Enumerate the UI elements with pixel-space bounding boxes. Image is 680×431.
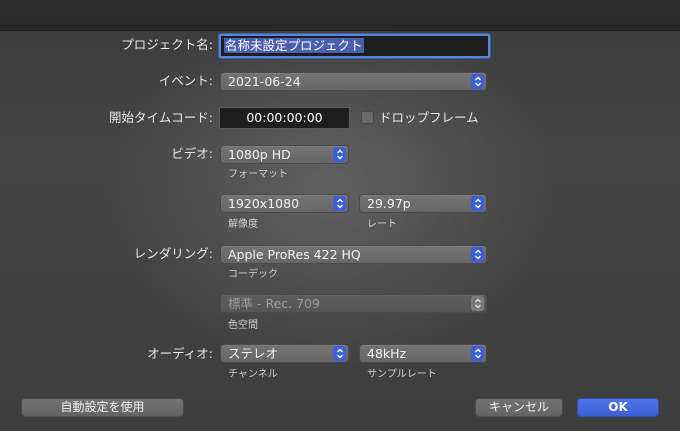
rendering-label: レンダリング:	[133, 246, 213, 261]
project-name-input[interactable]: 名称未設定プロジェクト	[219, 34, 490, 58]
audio-channels-caption: チャンネル	[228, 369, 278, 380]
video-rate-popup[interactable]: 29.97p	[359, 194, 487, 213]
chevron-updown-icon	[471, 196, 484, 211]
audio-label: オーディオ:	[147, 346, 213, 361]
rendering-codec-value: Apple ProRes 422 HQ	[228, 247, 361, 262]
chevron-updown-icon	[471, 247, 484, 262]
video-format-value: 1080p HD	[228, 147, 291, 162]
project-name-label: プロジェクト名:	[121, 37, 213, 52]
title-bar	[0, 0, 680, 31]
chevron-updown-icon	[471, 346, 484, 361]
audio-channels-popup[interactable]: ステレオ	[220, 344, 349, 363]
chevron-updown-icon	[471, 74, 484, 89]
chevron-updown-icon	[333, 196, 346, 211]
chevron-updown-icon	[333, 147, 346, 162]
cancel-button[interactable]: キャンセル	[475, 398, 563, 417]
video-resolution-caption: 解像度	[228, 219, 258, 230]
rendering-codec-popup[interactable]: Apple ProRes 422 HQ	[220, 245, 487, 264]
color-space-value: 標準 - Rec. 709	[228, 296, 320, 311]
event-popup[interactable]: 2021-06-24	[220, 72, 487, 91]
event-value: 2021-06-24	[228, 74, 301, 89]
audio-channels-value: ステレオ	[228, 346, 279, 361]
color-space-popup[interactable]: 標準 - Rec. 709	[220, 294, 487, 313]
use-automatic-settings-button[interactable]: 自動設定を使用	[21, 398, 184, 417]
video-rate-caption: レート	[367, 219, 397, 230]
ok-button[interactable]: OK	[577, 398, 659, 417]
video-rate-value: 29.97p	[367, 196, 411, 211]
audio-sample-rate-popup[interactable]: 48kHz	[359, 344, 487, 363]
video-format-popup[interactable]: 1080p HD	[220, 145, 349, 164]
rendering-codec-caption: コーデック	[228, 269, 278, 280]
project-name-value: 名称未設定プロジェクト	[224, 38, 364, 53]
chevron-updown-icon	[333, 346, 346, 361]
event-label: イベント:	[158, 73, 213, 88]
start-timecode-label: 開始タイムコード:	[109, 110, 213, 125]
chevron-updown-icon	[471, 296, 484, 311]
audio-sample-rate-caption: サンプルレート	[367, 369, 437, 380]
color-space-caption: 色空間	[228, 320, 258, 331]
video-resolution-value: 1920x1080	[228, 196, 300, 211]
video-resolution-popup[interactable]: 1920x1080	[220, 194, 349, 213]
audio-sample-rate-value: 48kHz	[367, 346, 407, 361]
dropframe-label: ドロップフレーム	[379, 110, 479, 125]
start-timecode-input[interactable]: 00:00:00:00	[219, 107, 350, 129]
video-label: ビデオ:	[171, 146, 213, 161]
video-format-caption: フォーマット	[228, 169, 288, 180]
dropframe-checkbox[interactable]	[361, 111, 374, 124]
